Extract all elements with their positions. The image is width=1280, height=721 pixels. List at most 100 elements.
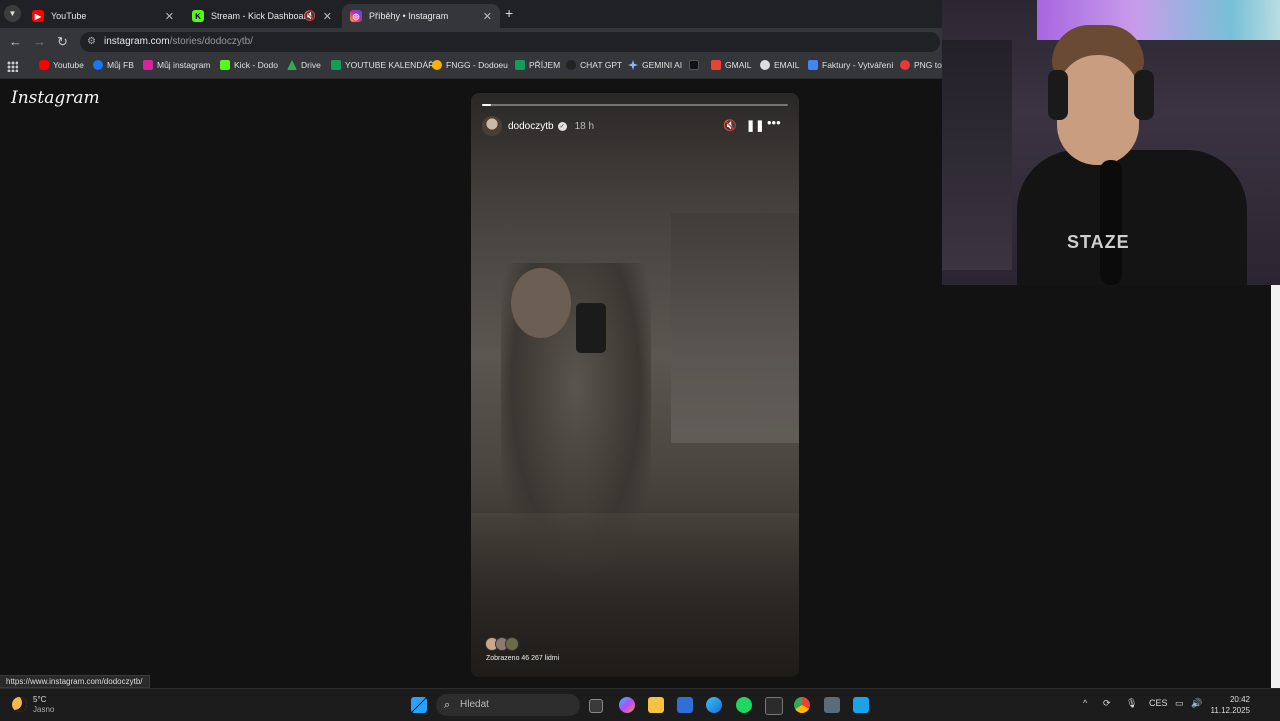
input-language[interactable]: CES	[1149, 698, 1168, 708]
bookmark-separator[interactable]	[689, 60, 703, 70]
bookmark-png[interactable]: PNG to	[900, 60, 942, 70]
story-phone	[576, 303, 606, 353]
bookmark-email[interactable]: EMAIL	[760, 60, 800, 70]
gemini-icon	[628, 60, 638, 70]
pause-icon[interactable]: ❚❚	[746, 119, 764, 132]
bookmark-label: EMAIL	[774, 60, 800, 70]
app-f-icon[interactable]	[853, 697, 869, 713]
bookmark-label: Youtube	[53, 60, 84, 70]
youtube-icon	[39, 60, 49, 70]
search-icon: ⌕	[444, 699, 451, 711]
tab-youtube[interactable]: ▶ YouTube ✕	[24, 4, 182, 28]
gaming-chair	[942, 40, 1012, 270]
scrollbar[interactable]	[1271, 285, 1280, 688]
bookmark-facebook[interactable]: Můj FB	[93, 60, 134, 70]
headphones-icon	[1134, 70, 1154, 120]
bookmark-fngg[interactable]: FNGG - Dodoeu	[432, 60, 508, 70]
instagram-icon	[143, 60, 153, 70]
tab-title: YouTube	[51, 11, 87, 21]
network-icon[interactable]: ▭	[1175, 698, 1184, 709]
instagram-icon: ◎	[350, 10, 362, 22]
verified-badge-icon: ✓	[557, 121, 567, 131]
bookmark-label: YOUTUBE KALENDÁŘ	[345, 60, 435, 70]
story-progress-bar	[482, 104, 788, 106]
copilot-icon[interactable]	[619, 697, 635, 713]
viewer-count[interactable]: Zobrazeno 46 267 lidmi	[486, 655, 559, 662]
sheets-icon	[515, 60, 525, 70]
bookmark-label: Drive	[301, 60, 321, 70]
weather-condition: Jasno	[33, 705, 55, 714]
bookmark-drive[interactable]: Drive	[287, 60, 321, 70]
close-icon[interactable]: ✕	[483, 10, 492, 23]
bookmark-gmail[interactable]: GMAIL	[711, 60, 751, 70]
bookmark-faktury[interactable]: Faktury - Vytváření	[808, 60, 893, 70]
close-icon[interactable]: ✕	[323, 10, 332, 23]
tab-instagram-stories[interactable]: ◎ Příběhy • Instagram ✕	[342, 4, 500, 28]
site-info-icon[interactable]: ⚙	[87, 32, 96, 52]
search-placeholder: Hledat	[460, 699, 489, 710]
windows-start-icon[interactable]	[411, 697, 427, 713]
calculator-icon[interactable]	[824, 697, 840, 713]
story-username[interactable]: dodoczytb	[508, 121, 554, 132]
bookmark-label: Faktury - Vytváření	[822, 60, 894, 70]
mute-icon[interactable]: 🔇	[723, 119, 737, 132]
gmail-icon	[711, 60, 721, 70]
bookmark-youtube[interactable]: Youtube	[39, 60, 84, 70]
file-explorer-icon[interactable]	[648, 697, 664, 713]
volume-icon[interactable]: 🔊	[1191, 698, 1202, 709]
bookmark-youtube-calendar[interactable]: YOUTUBE KALENDÁŘ	[331, 60, 434, 70]
story-viewer[interactable]: dodoczytb ✓ 18 h 🔇 ❚❚ ••• Zobrazeno 46 2…	[471, 93, 799, 677]
chevron-up-icon[interactable]: ^	[1083, 698, 1087, 708]
chrome-icon[interactable]	[794, 697, 810, 713]
sheets-icon	[331, 60, 341, 70]
dash-icon	[689, 60, 699, 70]
bookmark-gemini[interactable]: GEMINI AI	[628, 60, 682, 70]
bookmark-chatgpt[interactable]: CHAT GPT	[566, 60, 622, 70]
close-icon[interactable]: ✕	[165, 10, 174, 23]
story-header: dodoczytb ✓ 18 h	[482, 115, 594, 137]
bookmark-label: Můj instagram	[157, 60, 211, 70]
email-icon	[760, 60, 770, 70]
outlook-icon[interactable]	[677, 697, 693, 713]
more-options-icon[interactable]: •••	[767, 115, 781, 130]
apps-grid-icon[interactable]	[7, 61, 18, 72]
address-bar[interactable]: ⚙ instagram.com/stories/dodoczytb/	[80, 32, 940, 52]
weather-widget[interactable]: 5°C Jasno	[33, 695, 54, 715]
headphones-icon	[1048, 70, 1068, 120]
kick-icon: K	[192, 10, 204, 22]
instagram-logo[interactable]: Instagram	[11, 88, 100, 108]
taskbar-clock[interactable]: 20:42 11.12.2025	[1202, 694, 1250, 716]
bookmark-kick[interactable]: Kick - Dodo	[220, 60, 278, 70]
png-icon	[900, 60, 910, 70]
back-arrow-icon[interactable]: ←	[9, 34, 22, 49]
reload-icon[interactable]: ↻	[57, 34, 68, 50]
spotify-icon[interactable]	[736, 697, 752, 713]
bookmark-label: GMAIL	[725, 60, 752, 70]
tab-title: Stream - Kick Dashboard	[211, 11, 312, 21]
taskbar-search[interactable]: ⌕ Hledat	[436, 694, 580, 716]
terminal-icon[interactable]	[765, 697, 783, 715]
bookmark-label: GEMINI AI	[642, 60, 683, 70]
bookmark-prijem[interactable]: PŘÍJEM	[515, 60, 560, 70]
tab-search-button[interactable]: ▼	[4, 5, 21, 22]
shirt-logo: STAZE	[1067, 232, 1130, 252]
avatar[interactable]	[482, 116, 502, 136]
moon-weather-icon[interactable]	[12, 697, 27, 712]
task-view-icon[interactable]	[589, 699, 603, 713]
muted-speaker-icon[interactable]: 🔇	[304, 11, 316, 22]
tab-kick-dashboard[interactable]: K Stream - Kick Dashboard 🔇 ✕	[184, 4, 340, 28]
weather-temperature: 5°C	[33, 695, 47, 704]
story-age: 18 h	[574, 120, 595, 132]
bookmark-label: PŘÍJEM	[529, 60, 561, 70]
chatgpt-icon	[566, 60, 576, 70]
windows-taskbar: 5°C Jasno ⌕ Hledat ^ ⟳ 🎙 CES ▭ 🔊 20:42 1…	[0, 688, 1280, 721]
bookmark-instagram[interactable]: Můj instagram	[143, 60, 210, 70]
viewer-avatars[interactable]	[485, 637, 519, 651]
new-tab-button[interactable]: +	[505, 5, 513, 21]
forward-arrow-icon[interactable]: →	[33, 34, 46, 49]
microphone-icon[interactable]: 🎙	[1126, 698, 1137, 709]
edge-icon[interactable]	[706, 697, 722, 713]
tab-title: Příběhy • Instagram	[369, 11, 449, 21]
sync-icon[interactable]: ⟳	[1103, 698, 1111, 709]
fngg-icon	[432, 60, 442, 70]
